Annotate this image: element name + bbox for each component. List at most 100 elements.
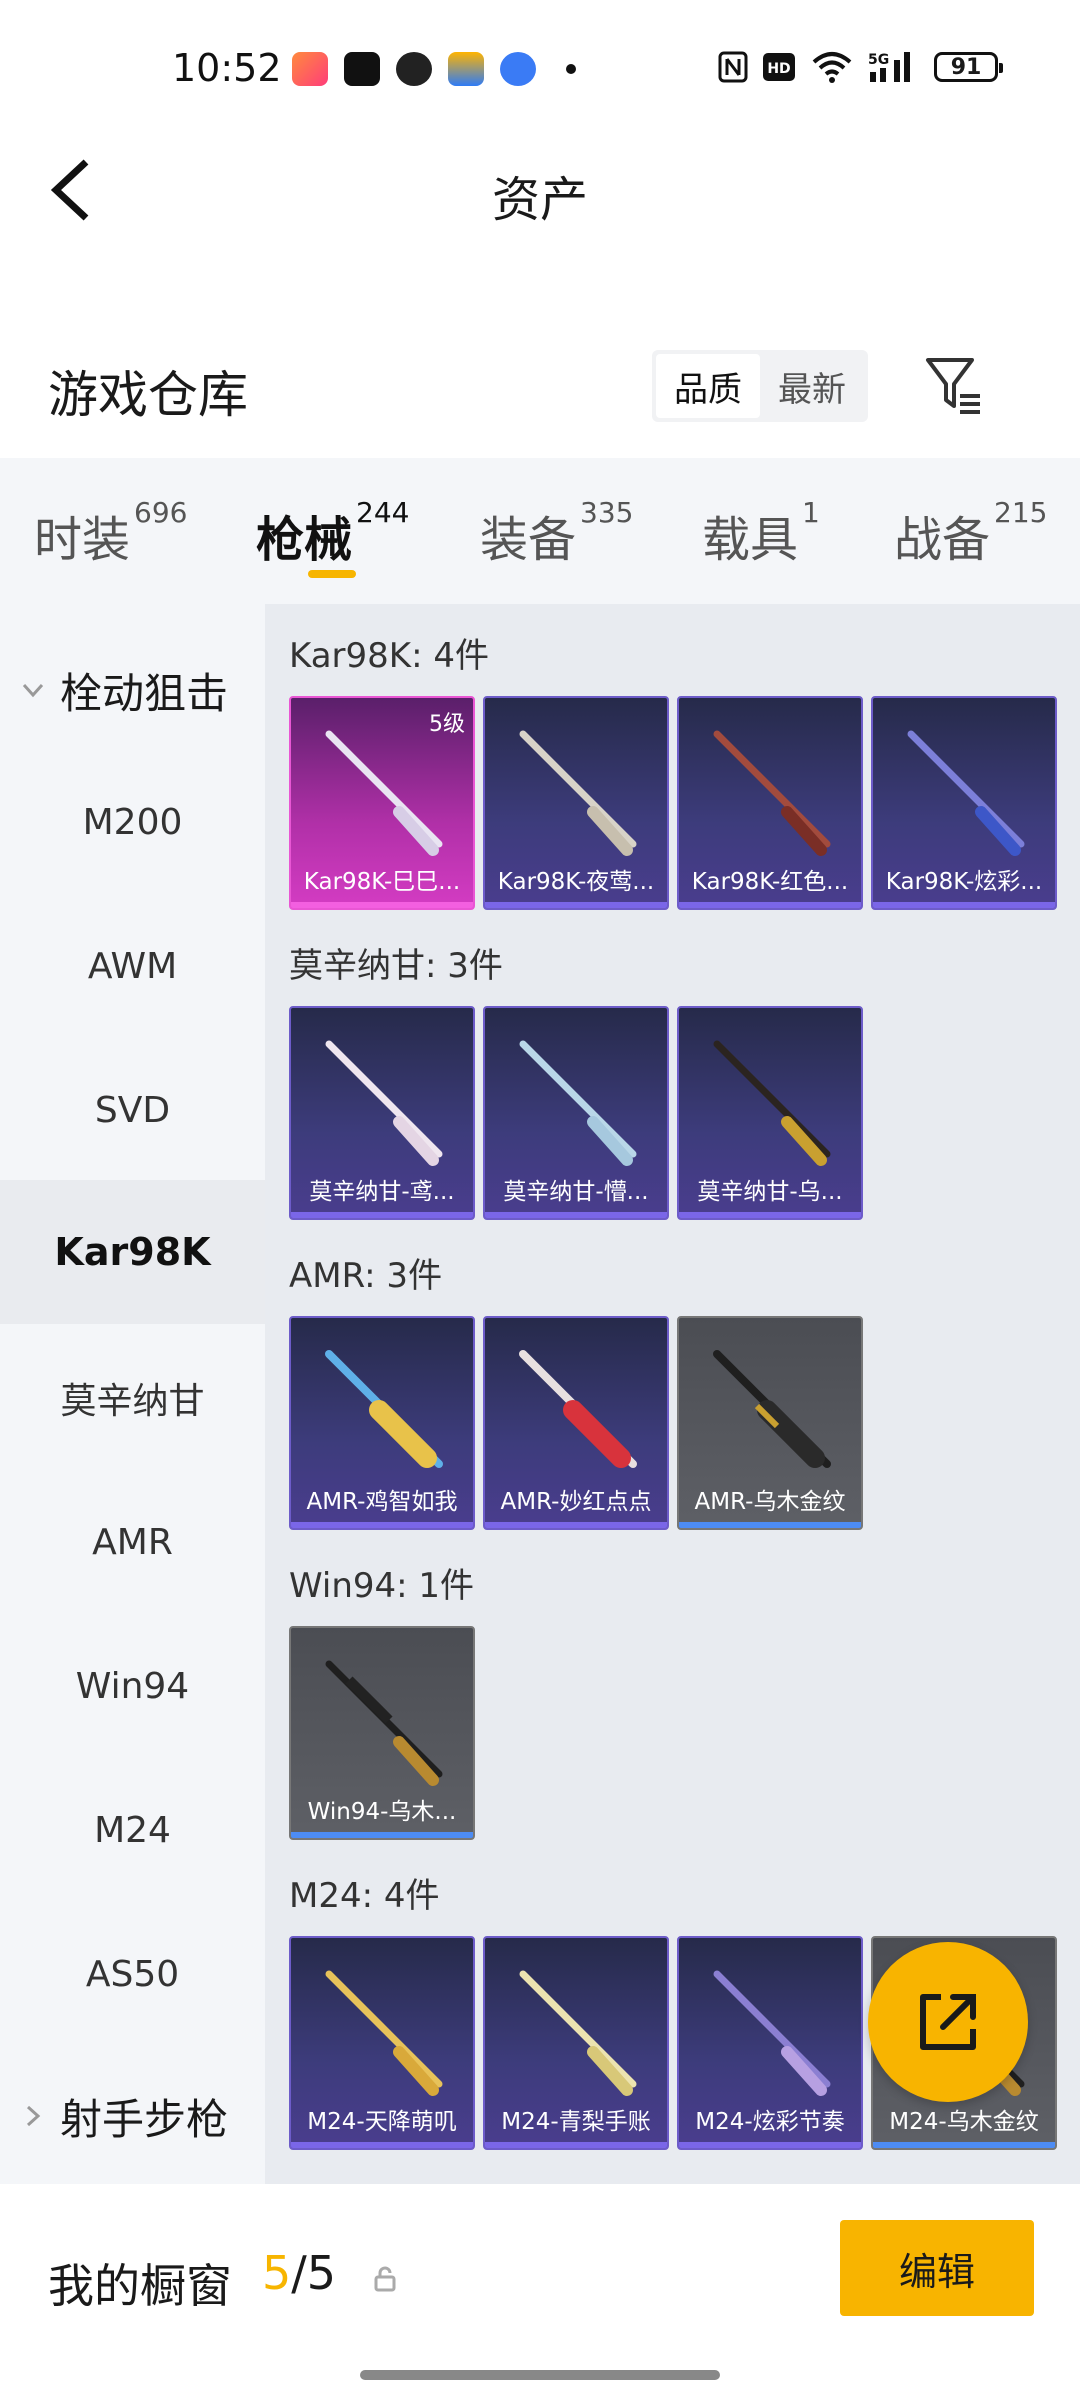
section-title-kar98k: Kar98K: 4件 xyxy=(289,636,489,676)
tab-equipment[interactable]: 装备 335 xyxy=(480,496,633,570)
rarity-bar xyxy=(679,2142,861,2148)
rarity-bar xyxy=(873,2142,1055,2148)
rarity-bar xyxy=(291,2142,473,2148)
sidebar-group-bolt-action[interactable]: 栓动狙击 xyxy=(0,624,265,756)
sidebar-item-win94[interactable]: Win94 xyxy=(0,1620,265,1752)
rifle-icon xyxy=(713,730,831,856)
edit-button[interactable]: 编辑 xyxy=(840,2220,1034,2316)
item-card[interactable]: AMR-妙红点点 xyxy=(483,1316,669,1530)
item-name: Win94-乌木... xyxy=(307,1799,457,1825)
rifle-icon xyxy=(325,1970,443,2096)
tab-supplies[interactable]: 战备 215 xyxy=(894,496,1047,570)
rarity-bar xyxy=(291,1522,473,1528)
item-name: Kar98K-夜莺... xyxy=(497,869,655,895)
rarity-bar xyxy=(291,1212,473,1218)
rifle-icon xyxy=(519,730,637,856)
sidebar-item-svd[interactable]: SVD xyxy=(0,1044,265,1176)
rarity-bar xyxy=(485,902,667,908)
sort-by-quality-button[interactable]: 品质 xyxy=(656,354,760,418)
svg-text:HD: HD xyxy=(767,61,790,77)
rifle-icon xyxy=(907,730,1025,856)
rarity-bar xyxy=(873,902,1055,908)
item-name: Kar98K-红色... xyxy=(691,869,849,895)
rifle-icon xyxy=(519,1040,637,1166)
rifle-icon xyxy=(325,1350,443,1468)
item-name: AMR-鸡智如我 xyxy=(306,1489,458,1515)
share-out-icon xyxy=(920,1994,976,2050)
wallet-app-icon xyxy=(448,52,484,86)
item-card[interactable]: 莫辛纳甘-鸢... xyxy=(289,1006,475,1220)
item-name: AMR-乌木金纹 xyxy=(694,1489,846,1515)
home-indicator[interactable] xyxy=(360,2370,720,2380)
5g-signal-icon: 5G xyxy=(868,50,920,84)
item-card[interactable]: AMR-乌木金纹 xyxy=(677,1316,863,1530)
notification-icons xyxy=(292,52,576,86)
item-card[interactable]: M24-天降萌叽 xyxy=(289,1936,475,2150)
nfc-icon xyxy=(718,50,748,84)
sidebar-item-amr[interactable]: AMR xyxy=(0,1476,265,1608)
showcase-current: 5 xyxy=(262,2246,292,2300)
item-card[interactable]: Win94-乌木... xyxy=(289,1626,475,1840)
item-card[interactable]: AMR-鸡智如我 xyxy=(289,1316,475,1530)
tab-count: 335 xyxy=(580,496,634,529)
sidebar-item-m24[interactable]: M24 xyxy=(0,1764,265,1896)
sidebar-item-kar98k[interactable]: Kar98K xyxy=(0,1180,265,1324)
wechat-icon xyxy=(396,52,432,86)
sidebar-group-label: 射手步枪 xyxy=(60,2094,229,2144)
tab-fashion[interactable]: 时装 696 xyxy=(34,496,187,570)
tab-guns[interactable]: 枪械 244 xyxy=(256,496,409,570)
lock-icon xyxy=(374,2266,396,2292)
item-name: 莫辛纳甘-鸢... xyxy=(309,1179,455,1205)
item-card[interactable]: 莫辛纳甘-懵... xyxy=(483,1006,669,1220)
item-name: M24-天降萌叽 xyxy=(307,2109,457,2135)
rarity-bar xyxy=(485,2142,667,2148)
sidebar-item-m200[interactable]: M200 xyxy=(0,756,265,888)
sidebar-item-as50[interactable]: AS50 xyxy=(0,1908,265,2040)
showcase-count: 5/5 xyxy=(262,2246,336,2300)
filter-icon xyxy=(926,358,980,414)
share-button[interactable] xyxy=(868,1942,1028,2102)
item-card[interactable]: M24-青梨手账 xyxy=(483,1936,669,2150)
weapon-type-sidebar: 栓动狙击 M200 AWM SVD Kar98K 莫辛纳甘 AMR Win94 … xyxy=(0,604,265,2184)
rifle-icon xyxy=(713,1970,831,2096)
more-notifications-dot xyxy=(566,64,576,74)
rarity-bar xyxy=(679,1522,861,1528)
rarity-bar xyxy=(291,902,473,908)
item-card[interactable]: Kar98K-炫彩... xyxy=(871,696,1057,910)
item-card[interactable]: 5级 Kar98K-巳巳... xyxy=(289,696,475,910)
rarity-bar xyxy=(679,1212,861,1218)
item-level-badge: 5级 xyxy=(429,712,465,737)
section-title-m24: M24: 4件 xyxy=(289,1876,440,1916)
tiktok-icon xyxy=(344,52,380,86)
showcase-total: /5 xyxy=(291,2246,337,2300)
section-title-win94: Win94: 1件 xyxy=(289,1566,475,1606)
tab-label: 时装 xyxy=(34,512,131,568)
item-card[interactable]: M24-炫彩节奏 xyxy=(677,1936,863,2150)
status-time: 10:52 xyxy=(172,46,282,90)
rifle-icon xyxy=(713,1040,831,1166)
item-card[interactable]: Kar98K-红色... xyxy=(677,696,863,910)
page-title: 资产 xyxy=(491,172,588,228)
sort-by-newest-button[interactable]: 最新 xyxy=(760,354,864,418)
tab-count: 215 xyxy=(994,496,1048,529)
item-name: M24-乌木金纹 xyxy=(889,2109,1039,2135)
sidebar-item-awm[interactable]: AWM xyxy=(0,900,265,1032)
item-name: Kar98K-巳巳... xyxy=(303,869,461,895)
showcase-label: 我的橱窗 xyxy=(48,2259,232,2313)
item-card[interactable]: Kar98K-夜莺... xyxy=(483,696,669,910)
rifle-icon xyxy=(519,1350,637,1468)
svg-text:5G: 5G xyxy=(868,52,889,68)
rifle-icon xyxy=(325,1660,443,1786)
item-card[interactable]: 莫辛纳甘-乌... xyxy=(677,1006,863,1220)
showcase-bar: 我的橱窗 5/5 编辑 xyxy=(0,2184,1080,2400)
tab-count: 244 xyxy=(356,496,410,529)
status-bar: 10:52 HD 5G 91 xyxy=(0,0,1080,140)
sidebar-group-marksman[interactable]: 射手步枪 xyxy=(0,2050,265,2182)
tab-vehicles[interactable]: 载具 1 xyxy=(702,496,820,570)
rarity-bar xyxy=(291,1832,473,1838)
chevron-down-icon xyxy=(22,683,44,698)
tab-label: 装备 xyxy=(480,512,577,568)
sidebar-item-mosin-nagant[interactable]: 莫辛纳甘 xyxy=(0,1332,265,1464)
filter-button[interactable] xyxy=(922,352,986,416)
category-tabs: 时装 696 枪械 244 装备 335 载具 1 战备 215 xyxy=(0,458,1080,604)
